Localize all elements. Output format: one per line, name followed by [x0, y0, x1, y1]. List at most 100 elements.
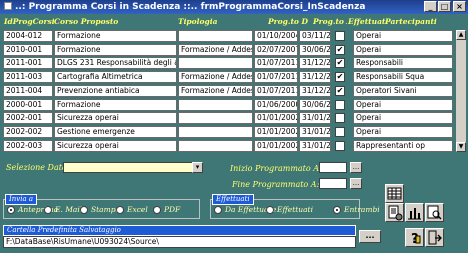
- effettuato-checkbox[interactable]: [335, 113, 345, 124]
- scroll-down-icon[interactable]: ▼: [456, 142, 466, 152]
- cell-partecipanti[interactable]: Operai: [353, 30, 453, 42]
- effettuato-checkbox[interactable]: ✔: [335, 72, 345, 83]
- cell-da[interactable]: 01/06/2000: [254, 98, 298, 111]
- cell-a[interactable]: 31/01/2002: [299, 112, 331, 125]
- cell-corso[interactable]: Formazione: [54, 98, 177, 111]
- fine-picker-button[interactable]: ...: [350, 178, 362, 189]
- exit-icon[interactable]: [425, 228, 444, 247]
- cell-partecipanti[interactable]: Operai: [353, 43, 453, 56]
- cell-a[interactable]: 03/11/2004: [299, 30, 331, 42]
- inizio-picker-button[interactable]: ...: [350, 162, 362, 173]
- cell-tipologia[interactable]: [178, 112, 253, 125]
- effettuati-radio-1[interactable]: [266, 206, 274, 214]
- cell-id[interactable]: 2004-012: [3, 30, 53, 42]
- effettuato-checkbox[interactable]: [335, 140, 345, 151]
- table-row[interactable]: 2011-001DLGS 231 Responsabilità degli am…: [3, 57, 453, 70]
- invia-radio-3[interactable]: [116, 206, 124, 214]
- cell-tipologia[interactable]: [178, 98, 253, 111]
- cell-a[interactable]: 30/06/2000: [299, 98, 331, 111]
- cell-partecipanti[interactable]: Operai: [353, 98, 453, 111]
- cell-tipologia[interactable]: [178, 30, 253, 42]
- cell-partecipanti[interactable]: Operatori Sivani: [353, 84, 453, 97]
- cell-a[interactable]: 30/06/2010: [299, 43, 331, 56]
- combo-dropdown-icon[interactable]: ▾: [192, 162, 203, 173]
- cell-a[interactable]: 31/12/2011: [299, 57, 331, 70]
- cell-partecipanti[interactable]: Responsabili: [353, 57, 453, 70]
- cell-id[interactable]: 2010-001: [3, 43, 53, 56]
- cell-id[interactable]: 2002-003: [3, 139, 53, 152]
- maximize-button[interactable]: □: [438, 1, 451, 12]
- cartella-path-input[interactable]: F:\DataBase\RisUmane\U093024\Source\: [3, 236, 356, 248]
- help-icon[interactable]: ?: [405, 228, 424, 247]
- report-settings-icon[interactable]: [385, 203, 404, 222]
- cell-tipologia[interactable]: [178, 57, 253, 70]
- invia-radio-2[interactable]: [80, 206, 88, 214]
- effettuati-radio-0[interactable]: [214, 206, 222, 214]
- cell-corso[interactable]: Gestione emergenze: [54, 125, 177, 138]
- cell-id[interactable]: 2000-001: [3, 98, 53, 111]
- table-row[interactable]: 2002-001 Sicurezza operai 01/01/2002 31/01/…: [3, 112, 453, 125]
- fine-input[interactable]: [319, 178, 347, 189]
- effettuato-checkbox[interactable]: [335, 126, 345, 137]
- inizio-input[interactable]: [319, 162, 347, 173]
- cell-partecipanti[interactable]: Operai: [353, 112, 453, 125]
- cell-corso[interactable]: Sicurezza operai: [54, 139, 177, 152]
- cell-da[interactable]: 01/01/2002: [254, 139, 298, 152]
- scroll-up-icon[interactable]: ▲: [456, 30, 466, 40]
- cell-a[interactable]: 31/01/2002: [299, 139, 331, 152]
- cell-id[interactable]: 2011-003: [3, 71, 53, 84]
- table-icon[interactable]: [385, 184, 404, 203]
- cell-tipologia[interactable]: Formazione / Addestra: [178, 43, 253, 56]
- effettuato-checkbox[interactable]: ✔: [335, 44, 345, 55]
- cell-corso[interactable]: Sicurezza operai: [54, 112, 177, 125]
- cell-da[interactable]: 01/01/2002: [254, 125, 298, 138]
- cell-partecipanti[interactable]: Operai: [353, 125, 453, 138]
- table-row[interactable]: 2002-002 Gestione emergenze 01/01/2002 31/0…: [3, 125, 453, 138]
- cell-tipologia[interactable]: [178, 139, 253, 152]
- cell-da[interactable]: 01/07/2011: [254, 71, 298, 84]
- table-row[interactable]: 2002-003 Sicurezza operai 01/01/2002 31/01/…: [3, 139, 453, 152]
- cell-tipologia[interactable]: Formazione / Addestra: [178, 71, 253, 84]
- grid-scrollbar[interactable]: ▲ ▼: [456, 30, 466, 152]
- cell-a[interactable]: 31/01/2002: [299, 125, 331, 138]
- effettuato-checkbox[interactable]: [335, 99, 345, 110]
- cell-id[interactable]: 2002-002: [3, 125, 53, 138]
- cell-a[interactable]: 31/12/2011: [299, 71, 331, 84]
- cell-id[interactable]: 2002-001: [3, 112, 53, 125]
- invia-radio-1[interactable]: [44, 206, 52, 214]
- cell-corso[interactable]: Cartografia Altimetrica: [54, 71, 177, 84]
- cell-da[interactable]: 01/07/2011: [254, 57, 298, 70]
- table-row[interactable]: 2004-012Formazione 01/10/200403/11/2004 Op…: [3, 30, 453, 42]
- selezione-date-combo[interactable]: [63, 162, 203, 173]
- cell-tipologia[interactable]: [178, 125, 253, 138]
- table-row[interactable]: 2011-004 Prevenzione antiabica Formazione …: [3, 84, 453, 97]
- close-button[interactable]: ×: [453, 1, 466, 12]
- effettuato-checkbox[interactable]: ✔: [335, 85, 345, 96]
- bar-chart-icon[interactable]: [405, 203, 424, 222]
- cell-corso[interactable]: Formazione: [54, 43, 177, 56]
- cell-tipologia[interactable]: Formazione / Addestra: [178, 84, 253, 97]
- cartella-browse-button[interactable]: ...: [359, 230, 381, 243]
- cell-id[interactable]: 2011-004: [3, 84, 53, 97]
- cell-corso[interactable]: Formazione: [54, 30, 177, 42]
- cell-da[interactable]: 01/10/2004: [254, 30, 298, 42]
- effettuato-checkbox[interactable]: [335, 31, 345, 41]
- cell-a[interactable]: 31/12/2011: [299, 84, 331, 97]
- cell-da[interactable]: 01/01/2002: [254, 112, 298, 125]
- effettuati-radio-2[interactable]: [333, 206, 341, 214]
- table-row[interactable]: 2010-001FormazioneFormazione / Addestra0…: [3, 43, 453, 56]
- cell-partecipanti[interactable]: Responsabili Squa: [353, 71, 453, 84]
- cell-da[interactable]: 01/07/2011: [254, 84, 298, 97]
- table-row[interactable]: 2000-001Formazione 01/06/200030/06/2000 Op…: [3, 98, 453, 111]
- effettuato-checkbox[interactable]: ✔: [335, 58, 345, 69]
- minimize-button[interactable]: _: [424, 1, 437, 12]
- invia-radio-4[interactable]: [153, 206, 161, 214]
- cell-partecipanti[interactable]: Rappresentanti op: [353, 139, 453, 152]
- cell-corso[interactable]: DLGS 231 Responsabilità degli ammini: [54, 57, 177, 70]
- invia-radio-0[interactable]: [7, 206, 15, 214]
- table-row[interactable]: 2011-003 Cartografia Altimetrica Formazion…: [3, 71, 453, 84]
- cell-da[interactable]: 02/07/2007: [254, 43, 298, 56]
- cell-id[interactable]: 2011-001: [3, 57, 53, 70]
- print-preview-icon[interactable]: [425, 203, 444, 222]
- cell-corso[interactable]: Prevenzione antiabica: [54, 84, 177, 97]
